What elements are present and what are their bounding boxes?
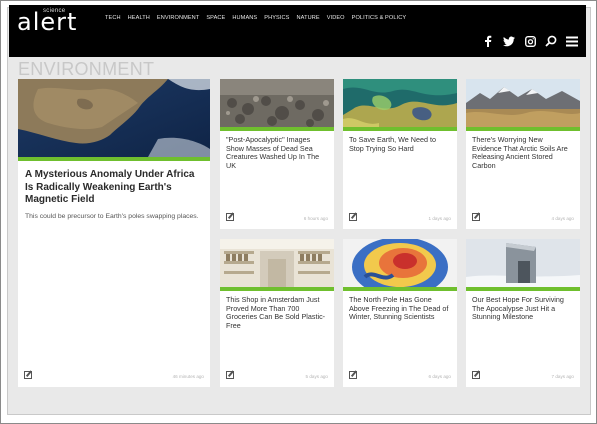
nav-item-environment[interactable]: ENVIRONMENT [157,15,199,21]
accent-bar [220,287,334,291]
article-timestamp: 4 days ago [551,216,574,221]
article-title[interactable]: To Save Earth, We Need to Stop Trying So… [349,135,451,153]
article-image [466,239,580,287]
accent-bar [343,127,457,131]
edit-icon[interactable] [226,213,234,221]
twitter-icon[interactable] [503,35,515,47]
section-title: ENVIRONMENT [18,59,155,79]
main-nav: TECH HEALTH ENVIRONMENT SPACE HUMANS PHY… [105,15,406,21]
edit-icon[interactable] [472,213,480,221]
article-timestamp: 6 hours ago [303,216,328,221]
article-title[interactable]: The North Pole Has Gone Above Freezing i… [349,295,451,322]
accent-bar [466,287,580,291]
article-image [220,79,334,127]
article-image [343,239,457,287]
facebook-icon[interactable] [482,35,494,47]
site-logo[interactable]: science alert [17,8,77,34]
article-image [343,79,457,127]
nav-item-politics-policy[interactable]: POLITICS & POLICY [352,15,407,21]
article-timestamp: 46 minutes ago [172,374,204,379]
article-card[interactable]: There's Worrying New Evidence That Arcti… [466,79,580,229]
nav-item-physics[interactable]: PHYSICS [264,15,289,21]
search-icon[interactable] [545,35,557,47]
article-card[interactable]: Our Best Hope For Surviving The Apocalyp… [466,239,580,387]
article-title[interactable]: Our Best Hope For Surviving The Apocalyp… [472,295,574,322]
article-title[interactable]: "Post-Apocalyptic" Images Show Masses of… [226,135,328,170]
article-timestamp: 6 days ago [428,374,451,379]
edit-icon[interactable] [24,371,32,379]
page-frame: science alert TECH HEALTH ENVIRONMENT SP… [0,0,597,424]
edit-icon[interactable] [472,371,480,379]
header-icons [482,35,578,47]
accent-bar [343,287,457,291]
article-title[interactable]: This Shop in Amsterdam Just Proved More … [226,295,328,330]
edit-icon[interactable] [349,213,357,221]
featured-article-image [18,79,210,157]
nav-item-space[interactable]: SPACE [206,15,225,21]
edit-icon[interactable] [349,371,357,379]
instagram-icon[interactable] [524,35,536,47]
edit-icon[interactable] [226,371,234,379]
logo-wordmark: alert [17,8,78,36]
menu-icon[interactable] [566,35,578,47]
article-timestamp: 7 days ago [551,374,574,379]
article-image [220,239,334,287]
nav-item-humans[interactable]: HUMANS [232,15,257,21]
article-timestamp: 1 days ago [428,216,451,221]
article-title[interactable]: There's Worrying New Evidence That Arcti… [472,135,574,170]
site-header: science alert TECH HEALTH ENVIRONMENT SP… [9,5,586,57]
nav-item-health[interactable]: HEALTH [128,15,150,21]
accent-bar [466,127,580,131]
article-timestamp: 5 days ago [305,374,328,379]
article-card[interactable]: This Shop in Amsterdam Just Proved More … [220,239,334,387]
accent-bar [220,127,334,131]
article-image [466,79,580,127]
accent-bar [18,157,210,161]
featured-article-card[interactable]: A Mysterious Anomaly Under Africa Is Rad… [18,79,210,387]
article-card[interactable]: "Post-Apocalyptic" Images Show Masses of… [220,79,334,229]
featured-article-title[interactable]: A Mysterious Anomaly Under Africa Is Rad… [25,169,202,207]
article-card[interactable]: To Save Earth, We Need to Stop Trying So… [343,79,457,229]
nav-item-tech[interactable]: TECH [105,15,121,21]
article-card[interactable]: The North Pole Has Gone Above Freezing i… [343,239,457,387]
featured-article-snippet: This could be precursor to Earth's poles… [25,213,199,220]
nav-item-video[interactable]: VIDEO [327,15,345,21]
nav-item-nature[interactable]: NATURE [297,15,320,21]
